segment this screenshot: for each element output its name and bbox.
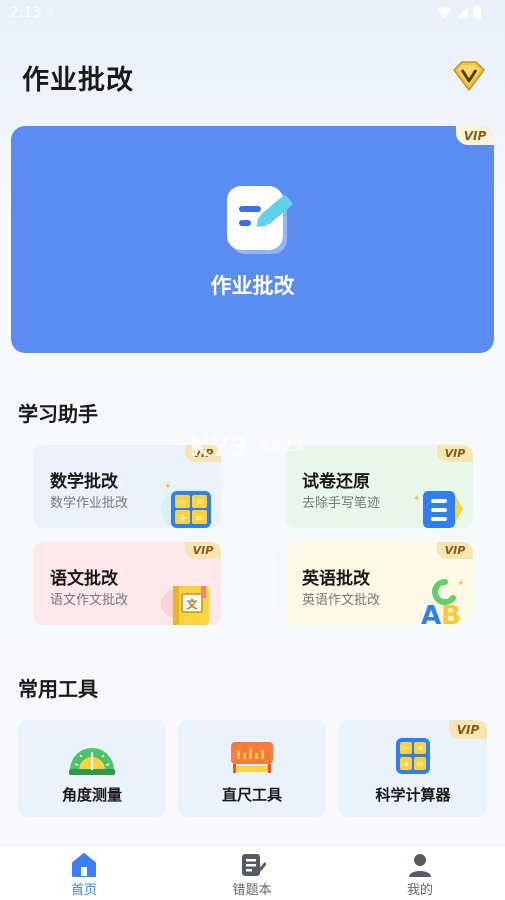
tab-profile[interactable]: 我的 <box>336 845 504 900</box>
svg-text:文: 文 <box>187 597 199 611</box>
vip-badge: VIP <box>437 542 473 559</box>
page-title: 作业批改 <box>22 65 134 96</box>
battery-icon <box>473 6 481 19</box>
vip-badge: VIP <box>449 720 487 739</box>
chinese-book-icon: 文 <box>161 586 209 625</box>
svg-text:−: − <box>402 744 410 754</box>
section-title-tools: 常用工具 <box>18 677 98 701</box>
svg-text:=: = <box>195 513 203 524</box>
user-icon <box>409 854 431 877</box>
tool-scientific-calculator[interactable]: VIP − × + = 科学计算器 <box>339 720 487 817</box>
svg-text:×: × <box>416 744 424 754</box>
calculator-icon: − × + = ✦ <box>161 482 211 528</box>
hero-homework-card[interactable]: VIP 作业批改 <box>11 126 494 353</box>
tool-ruler[interactable]: 直尺工具 <box>178 720 326 817</box>
tab-label: 我的 <box>406 883 433 898</box>
section-title-assistant: 学习助手 <box>18 402 98 426</box>
svg-text:×: × <box>195 497 203 508</box>
ruler-icon <box>231 742 273 773</box>
status-bar: 2:13 ☝ <box>0 0 505 28</box>
watermark-logo: K73 <box>190 433 250 463</box>
homework-edit-icon <box>227 186 293 254</box>
svg-text:✦: ✦ <box>457 579 465 589</box>
signal-icon <box>456 6 468 19</box>
card-chinese-correction[interactable]: VIP 语文批改 语文作文批改 文 <box>33 542 221 625</box>
tool-angle-measure[interactable]: 角度测量 <box>18 720 166 817</box>
svg-text:−: − <box>178 497 186 508</box>
svg-text:+: + <box>402 760 410 770</box>
notebook-icon <box>242 854 266 876</box>
document-list-icon: ✦ <box>413 491 463 528</box>
card-subtitle: 英语作文批改 <box>302 593 381 608</box>
vip-diamond-icon[interactable] <box>450 60 488 92</box>
tab-home[interactable]: 首页 <box>0 845 168 900</box>
card-title: 语文批改 <box>50 569 118 589</box>
home-icon <box>72 853 96 877</box>
bottom-tab-bar: 首页 错题本 我的 <box>0 844 505 900</box>
calculator-icon: − × + = <box>396 738 430 774</box>
card-subtitle: 语文作文批改 <box>50 593 129 608</box>
abc-letters-icon: A B ✦ <box>421 579 465 625</box>
tab-label: 首页 <box>70 883 97 898</box>
card-title: 英语批改 <box>302 569 370 589</box>
tool-label: 直尺工具 <box>221 786 282 804</box>
card-title: 数学批改 <box>50 472 118 492</box>
vip-badge: VIP <box>437 445 473 462</box>
vip-badge: VIP <box>456 126 494 145</box>
card-title: 试卷还原 <box>302 472 370 492</box>
tool-label: 角度测量 <box>61 786 122 804</box>
touch-hand-icon: ☝ <box>46 4 54 19</box>
status-time: 2:13 <box>10 5 42 21</box>
svg-text:=: = <box>416 760 424 770</box>
svg-text:A: A <box>421 601 441 625</box>
tool-label: 科学计算器 <box>375 786 451 804</box>
watermark-subtext: 游戏之家 <box>258 439 307 453</box>
status-icons <box>437 6 481 19</box>
svg-text:✦: ✦ <box>413 494 421 504</box>
svg-text:B: B <box>441 601 461 625</box>
wifi-icon <box>437 6 451 19</box>
tab-mistake-book[interactable]: 错题本 <box>168 845 336 900</box>
card-english-correction[interactable]: VIP 英语批改 英语作文批改 A B ✦ <box>285 542 473 625</box>
svg-text:+: + <box>178 513 186 524</box>
vip-badge: VIP <box>185 542 221 559</box>
card-subtitle: 数学作业批改 <box>50 496 129 511</box>
tab-label: 错题本 <box>232 883 272 898</box>
card-paper-restore[interactable]: VIP 试卷还原 去除手写笔迹 ✦ <box>285 445 473 528</box>
protractor-icon <box>69 748 115 775</box>
svg-text:✦: ✦ <box>164 482 172 492</box>
card-subtitle: 去除手写笔迹 <box>302 496 381 511</box>
hero-label: 作业批改 <box>210 274 295 298</box>
